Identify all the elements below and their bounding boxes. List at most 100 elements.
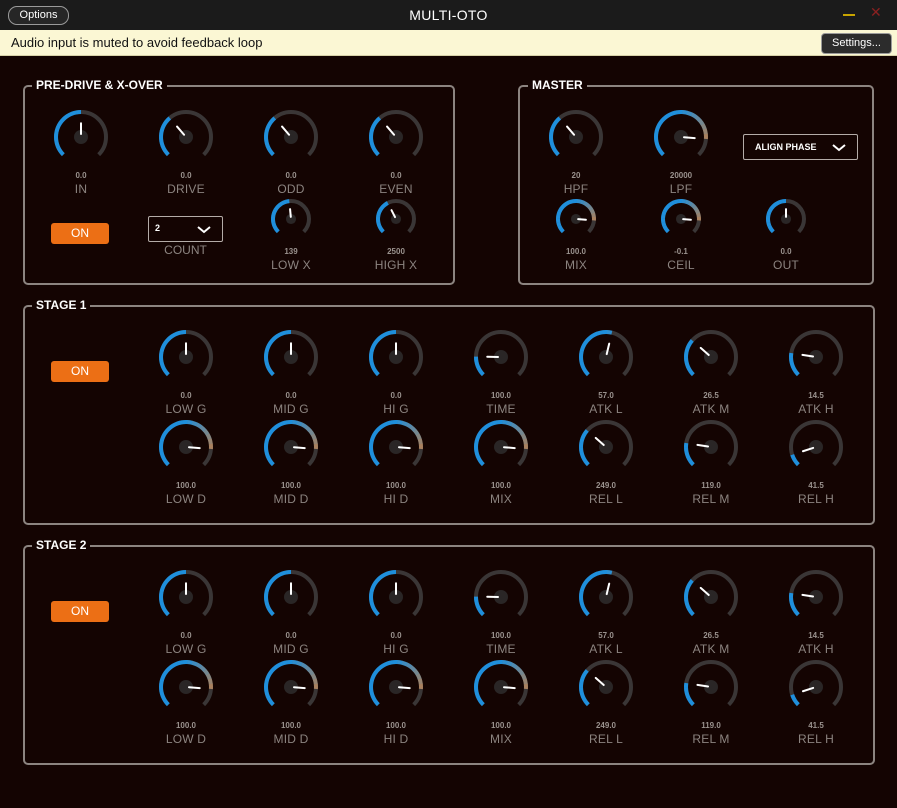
stage1-low-d-2-knob[interactable] [158,419,214,475]
stage2-rel-m-2-knob[interactable] [683,659,739,715]
stage1-on-button[interactable]: ON [51,361,109,382]
knob-dial [789,660,843,707]
stage2-hi-g-knob[interactable] [368,569,424,625]
stage2-atk-h-knob[interactable] [788,569,844,625]
predrive-low-x-knob[interactable] [270,198,312,240]
stage1-rel-m-2-knob[interactable] [683,419,739,475]
stage2-hi-d-2-knob[interactable] [368,659,424,715]
stage1-time-knob[interactable] [473,329,529,385]
stage1-low-g-value: 0.0 [180,391,192,400]
knob-dial [474,330,528,377]
stage1-rel-l-2-value: 249.0 [595,481,617,490]
stage1-hi-d-2-knob[interactable] [368,419,424,475]
master-out-knob[interactable] [765,198,807,240]
predrive-in-knob[interactable] [53,109,109,165]
knob-dial [789,330,843,377]
predrive-even-knob[interactable] [368,109,424,165]
settings-button[interactable]: Settings... [821,33,892,54]
stage1-low-d-2-value: 100.0 [175,481,197,490]
stage1-title: STAGE 1 [32,298,91,312]
knob-dial [579,570,633,617]
stage1-mid-d-2-knob[interactable] [263,419,319,475]
knob-dial [369,110,423,157]
knob-dial [654,109,708,157]
knob-dial [264,419,318,467]
stage2-on-button[interactable]: ON [51,601,109,622]
stage1-mid-g-knob[interactable] [263,329,319,385]
close-icon[interactable]: ✕ [870,4,882,20]
stage2-atk-l-knob[interactable] [578,569,634,625]
stage2-rel-h-2-knob[interactable] [788,659,844,715]
count-dropdown[interactable]: 2 [148,216,223,242]
stage2-atk-h-label: ATK H [798,642,834,656]
align-phase-dropdown[interactable]: ALIGN PHASE [743,134,858,160]
count-label: COUNT [164,243,207,257]
master-hpf-knob[interactable] [548,109,604,165]
predrive-low-x-label: LOW X [271,258,311,272]
stage2-low-g-knob[interactable] [158,569,214,625]
master-ceil-knob[interactable] [660,198,702,240]
stage2-mid-g-knob[interactable] [263,569,319,625]
predrive-odd-knob[interactable] [263,109,319,165]
stage1-rel-h-2-knob[interactable] [788,419,844,475]
stage1-hi-g-knob[interactable] [368,329,424,385]
stage1-low-g-knob[interactable] [158,329,214,385]
minimize-icon[interactable] [843,14,855,16]
master-hpf-value: 20 [571,171,581,180]
stage2-mid-d-2-knob[interactable] [263,659,319,715]
knob-dial [369,329,423,377]
stage2-atk-l-value: 57.0 [598,631,614,640]
stage1-atk-l-knob[interactable] [578,329,634,385]
chevron-down-icon [197,226,211,234]
knob-dial [369,659,423,707]
stage2-rel-l-2-label: REL L [589,732,623,746]
stage2-hi-d-2-value: 100.0 [385,721,407,730]
stage1-time-label: TIME [486,402,516,416]
master-lpf-value: 20000 [669,171,693,180]
knob-dial [264,659,318,707]
stage2-rel-m-2-label: REL M [692,732,730,746]
stage2-atk-m-knob[interactable] [683,569,739,625]
master-out-value: 0.0 [780,247,792,256]
predrive-high-x-value: 2500 [387,247,405,256]
knob-dial [579,420,633,467]
stage1-atk-m-value: 26.5 [703,391,719,400]
stage1-rel-l-2-label: REL L [589,492,623,506]
knob-dial [684,330,738,377]
stage1-atk-m-knob[interactable] [683,329,739,385]
predrive-even-value: 0.0 [390,171,402,180]
predrive-drive-knob[interactable] [158,109,214,165]
predrive-high-x-knob[interactable] [375,198,417,240]
predrive-drive-value: 0.0 [180,171,192,180]
stage2-hi-g-value: 0.0 [390,631,402,640]
knob-dial [159,659,213,707]
stage2-mix-2-knob[interactable] [473,659,529,715]
stage2-mid-g-label: MID G [273,642,309,656]
stage1-rel-l-2-knob[interactable] [578,419,634,475]
stage1-atk-h-knob[interactable] [788,329,844,385]
stage1-mix-2-knob[interactable] [473,419,529,475]
stage1-low-d-2-label: LOW D [165,492,207,506]
predrive-on-button[interactable]: ON [51,223,109,244]
stage1-hi-d-2-label: HI D [383,492,409,506]
knob-dial [556,199,596,234]
knob-dial [264,110,318,157]
stage2-rel-l-2-knob[interactable] [578,659,634,715]
stage2-low-d-2-knob[interactable] [158,659,214,715]
master-lpf-knob[interactable] [653,109,709,165]
knob-dial [159,329,213,377]
master-mix-knob[interactable] [555,198,597,240]
stage1-mid-g-label: MID G [273,402,309,416]
knob-dial [159,110,213,157]
stage2-mix-2-label: MIX [490,732,512,746]
knob-dial [789,570,843,617]
stage2-time-knob[interactable] [473,569,529,625]
knob-dial [474,419,528,467]
stage2-atk-m-value: 26.5 [703,631,719,640]
stage1-mid-d-2-label: MID D [273,492,309,506]
knob-dial [474,570,528,617]
stage1-hi-g-label: HI G [383,402,409,416]
knob-dial [789,420,843,467]
predrive-in-value: 0.0 [75,171,87,180]
knob-dial [376,199,416,234]
